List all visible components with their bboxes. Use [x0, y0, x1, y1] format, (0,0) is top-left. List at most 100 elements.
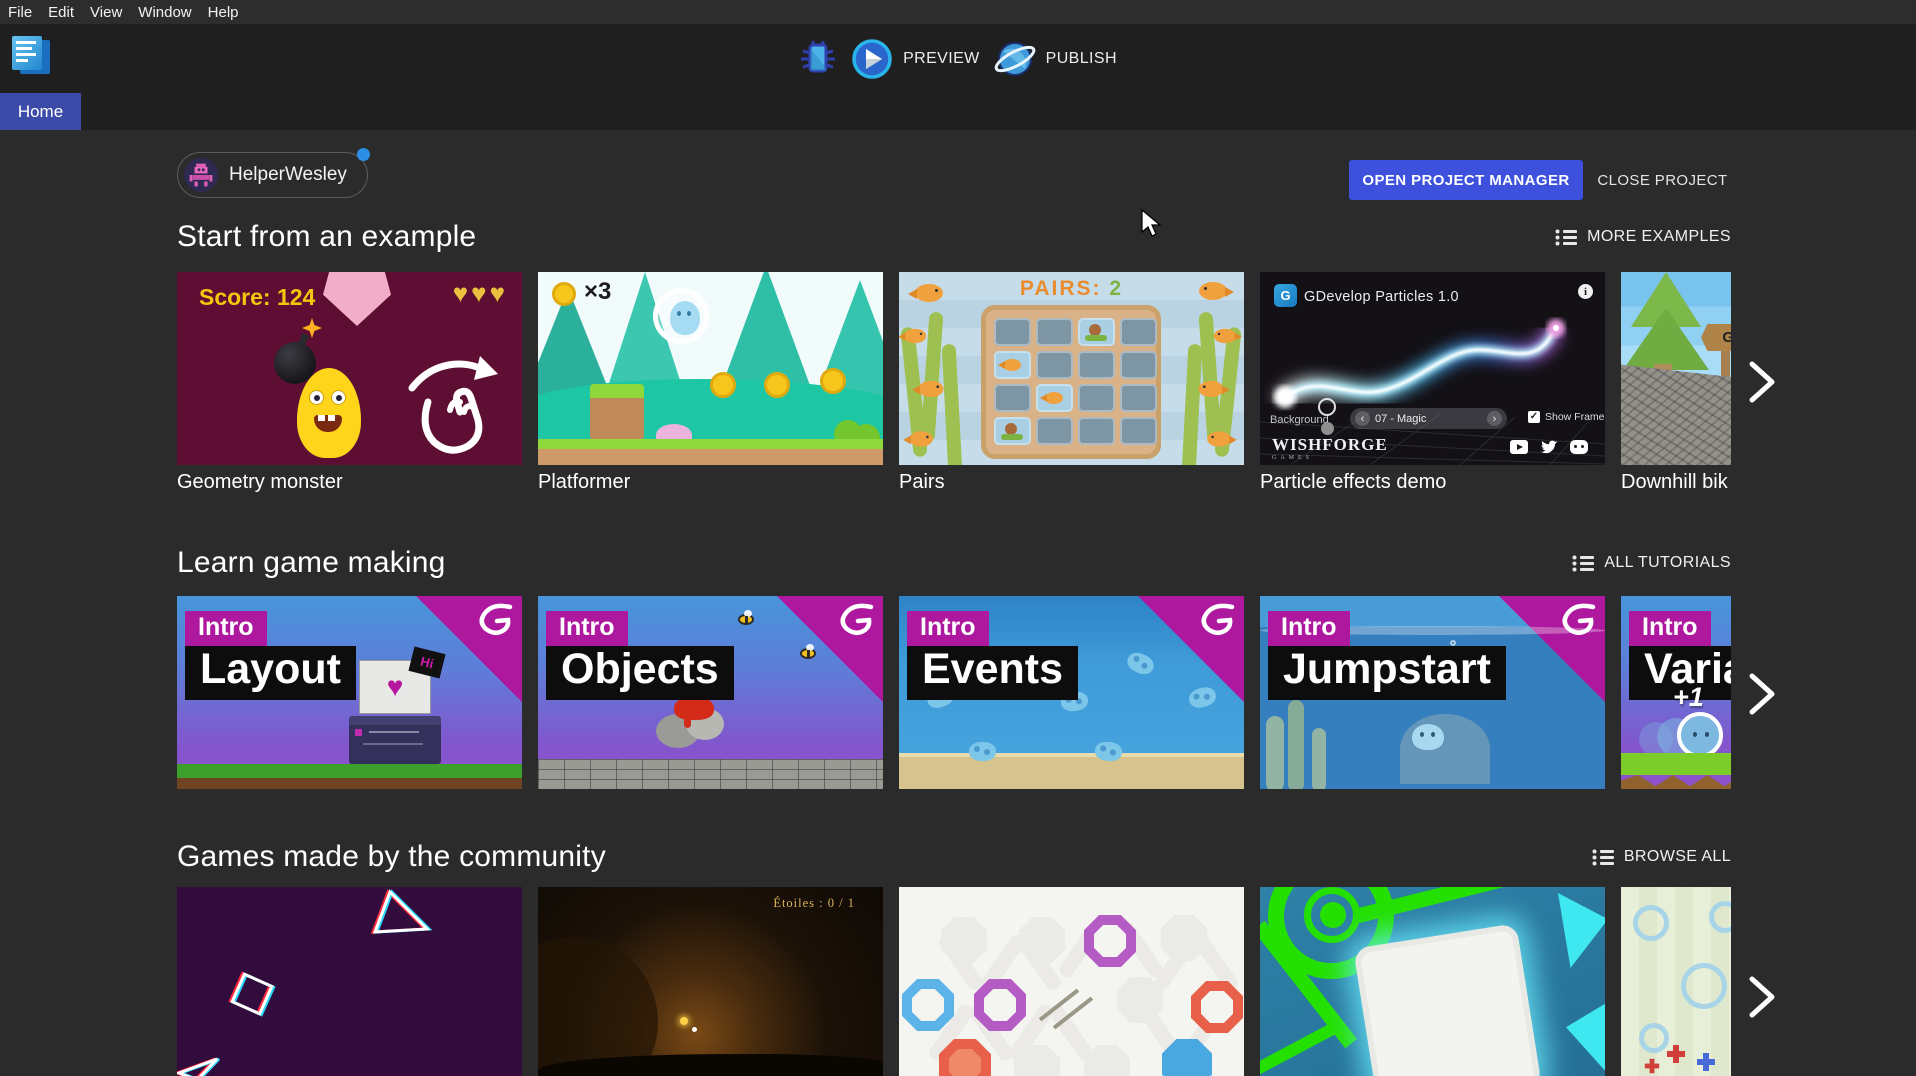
heart-icon: ♥ — [490, 278, 508, 308]
menu-bar: File Edit View Window Help — [0, 0, 1916, 24]
sign-plaque: G — [1701, 324, 1731, 351]
grass-strip — [538, 439, 883, 449]
particle-demo-title: GDevelop Particles 1.0 — [1304, 289, 1459, 305]
red-plus-sprite — [1650, 1059, 1655, 1073]
community-scroll-right-button[interactable] — [1744, 975, 1778, 1024]
pairs-board — [981, 305, 1161, 459]
example-card-pairs[interactable]: PAIRS: 2 — [899, 272, 1244, 465]
community-card-bubbles[interactable] — [1621, 887, 1731, 1076]
example-card-platformer[interactable]: ×3 — [538, 272, 883, 465]
menu-view[interactable]: View — [90, 4, 122, 21]
open-project-manager-button[interactable]: OPEN PROJECT MANAGER — [1349, 160, 1583, 200]
tutorial-title: Layout — [185, 646, 356, 700]
community-section-title: Games made by the community — [177, 840, 606, 874]
intro-tag: Intro — [185, 611, 267, 646]
platform-block — [590, 384, 644, 440]
purple-ring — [974, 979, 1026, 1031]
tutorials-section-title: Learn game making — [177, 546, 446, 580]
list-icon — [1555, 229, 1577, 246]
tutorial-card-jumpstart[interactable]: Intro Jumpstart — [1260, 596, 1605, 789]
bubble-ring — [1633, 905, 1669, 941]
highlight-creature — [1677, 712, 1723, 758]
example-card-downhill[interactable]: G — [1621, 272, 1731, 465]
tutorial-card-variables[interactable]: Intro Variab +1 — [1621, 596, 1731, 789]
notification-dot — [357, 148, 370, 161]
all-tutorials-button[interactable]: ALL TUTORIALS — [1572, 554, 1731, 572]
preview-play-icon — [851, 38, 893, 80]
browse-all-button[interactable]: BROWSE ALL — [1592, 848, 1731, 866]
fish-shape — [1214, 329, 1236, 343]
example-card-geometry-monster[interactable]: Score: 124 ♥♥♥ — [177, 272, 522, 465]
background-swatch-ring — [1318, 398, 1336, 416]
card-back — [1078, 351, 1115, 379]
hex-node — [1117, 977, 1163, 1023]
debug-bug-icon[interactable] — [799, 39, 837, 79]
white-square — [1353, 923, 1542, 1076]
publish-button[interactable]: PUBLISH — [994, 38, 1117, 80]
tutorial-title: Objects — [546, 646, 734, 700]
star-sprite — [680, 1017, 688, 1025]
coin-counter-icon — [552, 282, 576, 306]
heart-sprite: ♥ — [387, 671, 404, 703]
tutorial-title: Events — [907, 646, 1078, 700]
card-caption[interactable]: Particle effects demo — [1260, 471, 1446, 494]
selector-prev-icon: ‹ — [1355, 411, 1370, 426]
fish-shape — [1207, 431, 1231, 446]
menu-window[interactable]: Window — [138, 4, 191, 21]
dirt-strip — [538, 449, 883, 465]
more-examples-button[interactable]: MORE EXAMPLES — [1555, 228, 1731, 246]
menu-help[interactable]: Help — [208, 4, 239, 21]
open-project-manager-label: OPEN PROJECT MANAGER — [1362, 172, 1569, 189]
tutorial-card-layout[interactable]: Intro Layout ♥ Hi — [177, 596, 522, 789]
examples-scroll-right-button[interactable] — [1744, 360, 1778, 409]
community-card-night-game[interactable]: Étoiles : 0 / 1 — [538, 887, 883, 1076]
bubble-ring — [1709, 901, 1731, 933]
fish-shape — [904, 329, 926, 343]
gdevelop-home-screen: { "menu": { "items": ["File", "Edit", "V… — [0, 0, 1916, 1076]
tab-home[interactable]: Home — [0, 93, 81, 130]
selector-value: 07 - Magic — [1375, 413, 1482, 425]
card-caption[interactable]: Geometry monster — [177, 471, 343, 494]
bubble-ring — [1681, 963, 1727, 1009]
fish-shape — [1198, 381, 1223, 397]
blue-creature — [969, 742, 996, 761]
tutorial-card-events[interactable]: Intro Events — [899, 596, 1244, 789]
preview-button[interactable]: PREVIEW — [851, 38, 980, 80]
menu-edit[interactable]: Edit — [48, 4, 74, 21]
tutorials-card-row: Intro Layout ♥ Hi Intro Objects — [177, 596, 1731, 789]
user-profile-chip[interactable]: HelperWesley — [177, 152, 368, 198]
card-caption[interactable]: Downhill bik — [1621, 471, 1728, 494]
tutorials-scroll-right-button[interactable] — [1744, 672, 1778, 721]
tutorial-card-objects[interactable]: Intro Objects — [538, 596, 883, 789]
player-character — [653, 288, 709, 344]
cyan-wedge — [1566, 1002, 1605, 1074]
pairs-grid — [994, 318, 1148, 445]
sand-strip — [899, 753, 1244, 789]
mouse-cursor — [1140, 208, 1162, 243]
stars-counter-text: Étoiles : 0 / 1 — [773, 896, 855, 911]
info-icon: i — [1578, 284, 1593, 299]
chevron-right-icon — [1744, 672, 1778, 716]
publish-label: PUBLISH — [1046, 50, 1117, 68]
neon-shapes-art — [177, 887, 522, 1076]
seaweed-shape — [1312, 728, 1326, 789]
card-fish — [994, 351, 1031, 379]
community-card-hex-puzzle[interactable] — [899, 887, 1244, 1076]
example-card-particle-effects[interactable]: G GDevelop Particles 1.0 i Background ‹ … — [1260, 272, 1605, 465]
intro-tag: Intro — [546, 611, 628, 646]
close-project-button[interactable]: CLOSE PROJECT — [1597, 160, 1728, 200]
discord-icon — [1570, 440, 1588, 454]
hex-node — [1019, 917, 1065, 963]
card-back — [1036, 351, 1073, 379]
community-card-neon-shapes[interactable] — [177, 887, 522, 1076]
grass-strip — [1621, 753, 1731, 775]
card-caption[interactable]: Platformer — [538, 471, 630, 494]
examples-card-row: Score: 124 ♥♥♥ ×3 — [177, 272, 1731, 465]
card-caption[interactable]: Pairs — [899, 471, 945, 494]
seaweed-shape — [1182, 344, 1203, 465]
card-back — [1120, 318, 1157, 346]
pentagon-shape — [323, 272, 391, 326]
avatar — [184, 158, 218, 192]
menu-file[interactable]: File — [8, 4, 32, 21]
community-card-teal-rings[interactable] — [1260, 887, 1605, 1076]
